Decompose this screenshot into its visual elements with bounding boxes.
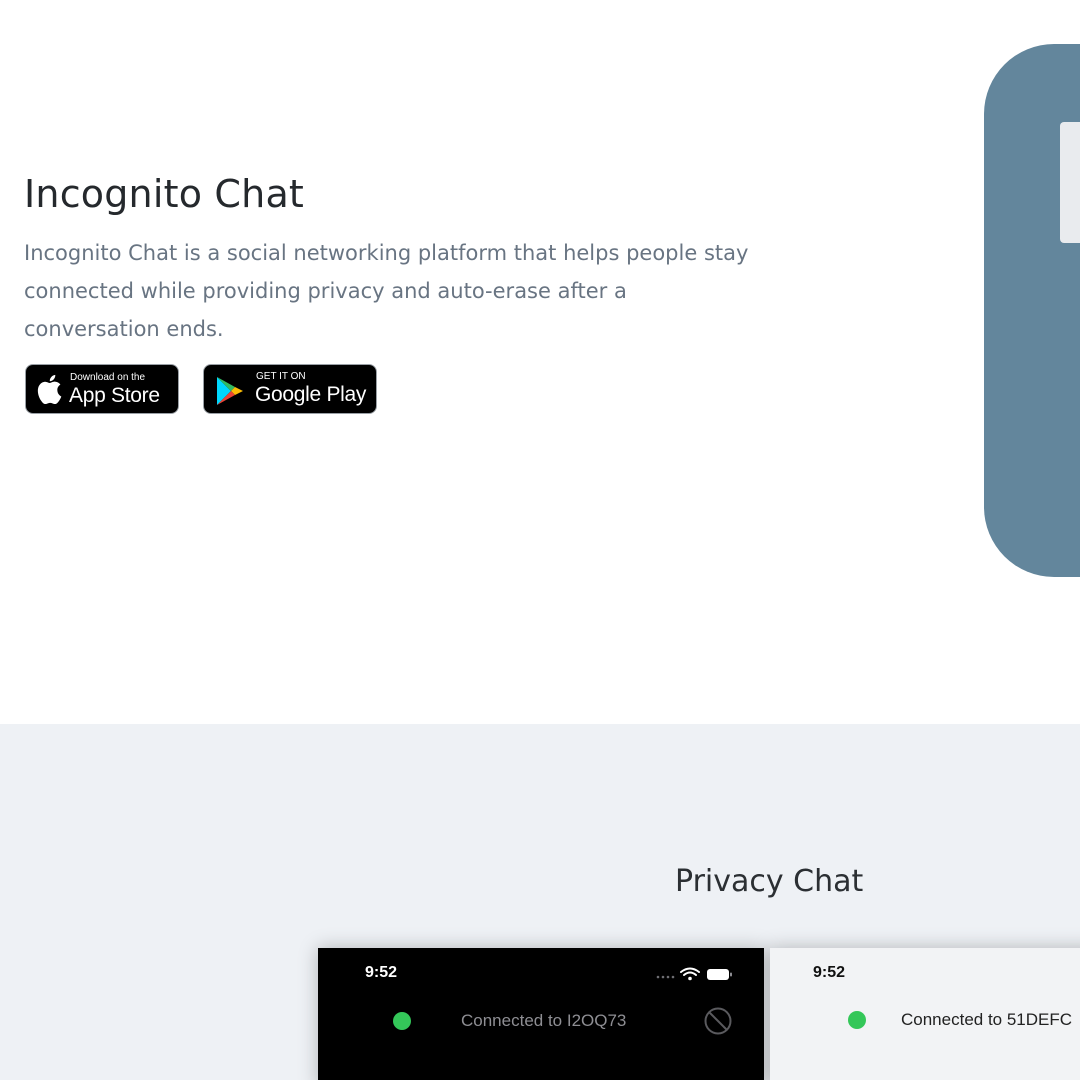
chat-screenshot-dark: 9:52 Connected to I2OQ73 bbox=[318, 948, 764, 1080]
online-status-dot bbox=[848, 1011, 866, 1029]
wifi-icon bbox=[680, 967, 700, 976]
app-store-label: App Store bbox=[69, 384, 160, 407]
wifi-dot bbox=[688, 976, 692, 981]
status-bar-icons bbox=[655, 966, 735, 981]
phone-mockup bbox=[984, 44, 1080, 577]
block-icon[interactable] bbox=[703, 1006, 733, 1040]
hero-title: Incognito Chat bbox=[24, 172, 305, 216]
landing-page: Incognito Chat Incognito Chat is a socia… bbox=[0, 0, 1080, 1080]
app-store-small-label: Download on the bbox=[70, 372, 146, 383]
connection-status: Connected to I2OQ73 bbox=[461, 1011, 627, 1030]
google-play-button[interactable]: GET IT ON Google Play bbox=[203, 364, 377, 414]
apple-icon bbox=[36, 374, 62, 408]
signal-dots-icon bbox=[656, 975, 675, 979]
hero-description: Incognito Chat is a social networking pl… bbox=[24, 241, 749, 341]
app-store-button[interactable]: Download on the App Store bbox=[25, 364, 179, 414]
privacy-title: Privacy Chat bbox=[675, 864, 864, 899]
status-bar-time: 9:52 bbox=[365, 964, 398, 981]
hero-section: Incognito Chat Incognito Chat is a socia… bbox=[0, 0, 1080, 724]
chat-screenshot-light: 9:52 Connected to 51DEFC bbox=[770, 948, 1080, 1080]
google-play-small-label: GET IT ON bbox=[256, 371, 306, 382]
status-bar-time: 9:52 bbox=[813, 964, 846, 981]
google-play-label: Google Play bbox=[255, 383, 367, 406]
privacy-section: Privacy Chat 9:52 Connected to I2OQ73 9:… bbox=[0, 724, 1080, 1080]
battery-icon bbox=[707, 969, 732, 980]
phone-screen bbox=[1060, 122, 1080, 243]
google-play-icon bbox=[214, 375, 246, 411]
online-status-dot bbox=[393, 1012, 411, 1030]
connection-status: Connected to 51DEFC bbox=[901, 1010, 1073, 1029]
